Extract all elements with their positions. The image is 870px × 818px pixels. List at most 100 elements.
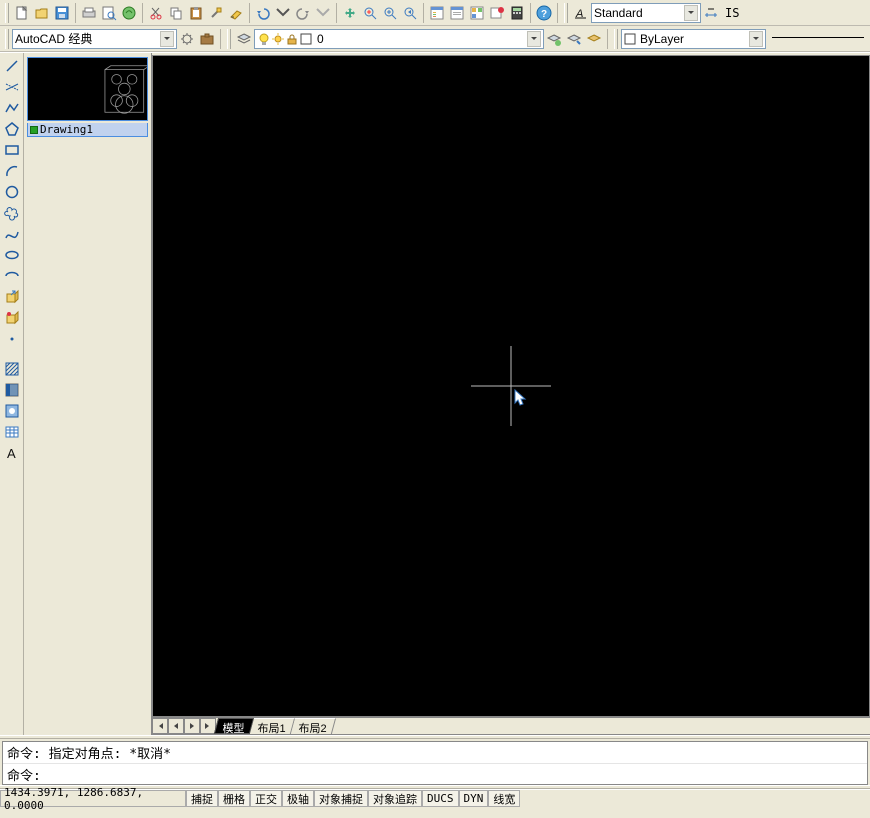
drawing-name: Drawing1 <box>40 123 93 136</box>
tab-prev-button[interactable] <box>168 718 184 734</box>
sheet-set-button[interactable] <box>447 3 467 23</box>
rectangle-button[interactable] <box>2 140 22 160</box>
table-button[interactable] <box>2 422 22 442</box>
new-file-button[interactable] <box>12 3 32 23</box>
toolbar-grip[interactable] <box>5 3 9 23</box>
command-prompt[interactable]: 命令: <box>3 764 867 785</box>
layer-combo[interactable]: 0 <box>254 29 544 49</box>
svg-text:?: ? <box>541 9 547 20</box>
tab-first-button[interactable] <box>152 718 168 734</box>
circle-button[interactable] <box>2 182 22 202</box>
layer-state-button[interactable] <box>564 29 584 49</box>
zoom-realtime-button[interactable] <box>360 3 380 23</box>
polygon-button[interactable] <box>2 119 22 139</box>
ellipse-arc-button[interactable] <box>2 266 22 286</box>
drawing-thumbnail-label[interactable]: Drawing1 <box>27 123 148 137</box>
layer-manager-button[interactable] <box>234 29 254 49</box>
insert-block-button[interactable] <box>2 287 22 307</box>
match-properties-button[interactable] <box>206 3 226 23</box>
main-area: A Drawing1 <box>0 52 870 735</box>
open-file-button[interactable] <box>32 3 52 23</box>
tab-layout2[interactable]: 布局2 <box>291 718 336 734</box>
standard-toolbar: ? A Standard IS <box>0 0 870 26</box>
region-button[interactable] <box>2 401 22 421</box>
osnap-toggle[interactable]: 对象捕捉 <box>314 790 368 807</box>
otrack-toggle[interactable]: 对象追踪 <box>368 790 422 807</box>
dropdown-arrow-icon[interactable] <box>160 31 174 47</box>
ellipse-button[interactable] <box>2 245 22 265</box>
tab-nav <box>152 718 216 734</box>
text-style-icon[interactable]: A <box>571 3 591 23</box>
layer-previous-button[interactable] <box>544 29 564 49</box>
line-button[interactable] <box>2 56 22 76</box>
linetype-preview <box>772 37 864 38</box>
copy-button[interactable] <box>166 3 186 23</box>
status-bar: 1434.3971, 1286.6837, 0.0000 捕捉 栅格 正交 极轴… <box>0 789 870 807</box>
spline-button[interactable] <box>2 224 22 244</box>
dropdown-arrow-icon[interactable] <box>527 31 541 47</box>
text-style-combo[interactable]: Standard <box>591 3 701 23</box>
layer-tools-button[interactable] <box>584 29 604 49</box>
tab-layout1[interactable]: 布局1 <box>250 718 295 734</box>
pan-button[interactable] <box>340 3 360 23</box>
gradient-button[interactable] <box>2 380 22 400</box>
bylayer-color-combo[interactable]: ByLayer <box>621 29 766 49</box>
dim-style-icon[interactable] <box>701 3 721 23</box>
revision-cloud-button[interactable] <box>2 203 22 223</box>
cut-button[interactable] <box>146 3 166 23</box>
drawing-canvas[interactable] <box>152 55 870 717</box>
toolbar-grip[interactable] <box>614 29 618 49</box>
save-state-icon <box>30 126 38 134</box>
make-block-button[interactable] <box>2 308 22 328</box>
calc-button[interactable] <box>507 3 527 23</box>
draw-toolbar: A <box>0 53 24 735</box>
splitter[interactable] <box>0 735 870 739</box>
construction-line-button[interactable] <box>2 77 22 97</box>
mtext-button[interactable]: A <box>2 443 22 463</box>
plot-button[interactable] <box>79 3 99 23</box>
point-button[interactable] <box>2 329 22 349</box>
lweight-toggle[interactable]: 线宽 <box>488 790 520 807</box>
toolbar-grip[interactable] <box>227 29 231 49</box>
workspace-settings-button[interactable] <box>177 29 197 49</box>
properties-button[interactable] <box>427 3 447 23</box>
undo-button[interactable] <box>253 3 273 23</box>
bylayer-value: ByLayer <box>636 32 747 46</box>
redo-dropdown[interactable] <box>313 3 333 23</box>
markup-button[interactable] <box>487 3 507 23</box>
zoom-window-button[interactable] <box>380 3 400 23</box>
help-button[interactable]: ? <box>534 3 554 23</box>
plot-preview-button[interactable] <box>99 3 119 23</box>
dyn-toggle[interactable]: DYN <box>459 790 489 807</box>
toolbar-grip[interactable] <box>564 3 568 23</box>
ducs-toggle[interactable]: DUCS <box>422 790 459 807</box>
redo-button[interactable] <box>293 3 313 23</box>
layer-value: 0 <box>313 32 525 46</box>
workspace-toolbox-button[interactable] <box>197 29 217 49</box>
lightbulb-icon <box>257 32 271 46</box>
tab-model[interactable]: 模型 <box>214 718 254 734</box>
polar-toggle[interactable]: 极轴 <box>282 790 314 807</box>
paste-button[interactable] <box>186 3 206 23</box>
dropdown-arrow-icon[interactable] <box>684 5 698 21</box>
tool-palette-button[interactable] <box>467 3 487 23</box>
polyline-button[interactable] <box>2 98 22 118</box>
eraser-button[interactable] <box>226 3 246 23</box>
grid-toggle[interactable]: 栅格 <box>218 790 250 807</box>
dropdown-arrow-icon[interactable] <box>749 31 763 47</box>
ortho-toggle[interactable]: 正交 <box>250 790 282 807</box>
arc-button[interactable] <box>2 161 22 181</box>
undo-dropdown[interactable] <box>273 3 293 23</box>
save-button[interactable] <box>52 3 72 23</box>
hatch-button[interactable] <box>2 359 22 379</box>
zoom-previous-button[interactable] <box>400 3 420 23</box>
drawing-thumbnail[interactable] <box>27 57 148 121</box>
command-window[interactable]: 命令: 指定对角点: *取消* 命令: <box>2 741 868 785</box>
publish-button[interactable] <box>119 3 139 23</box>
mouse-cursor-icon <box>514 389 528 410</box>
toolbar-grip[interactable] <box>5 29 9 49</box>
coordinates-display[interactable]: 1434.3971, 1286.6837, 0.0000 <box>0 790 186 807</box>
snap-toggle[interactable]: 捕捉 <box>186 790 218 807</box>
workspace-combo[interactable]: AutoCAD 经典 <box>12 29 177 49</box>
tab-next-button[interactable] <box>184 718 200 734</box>
